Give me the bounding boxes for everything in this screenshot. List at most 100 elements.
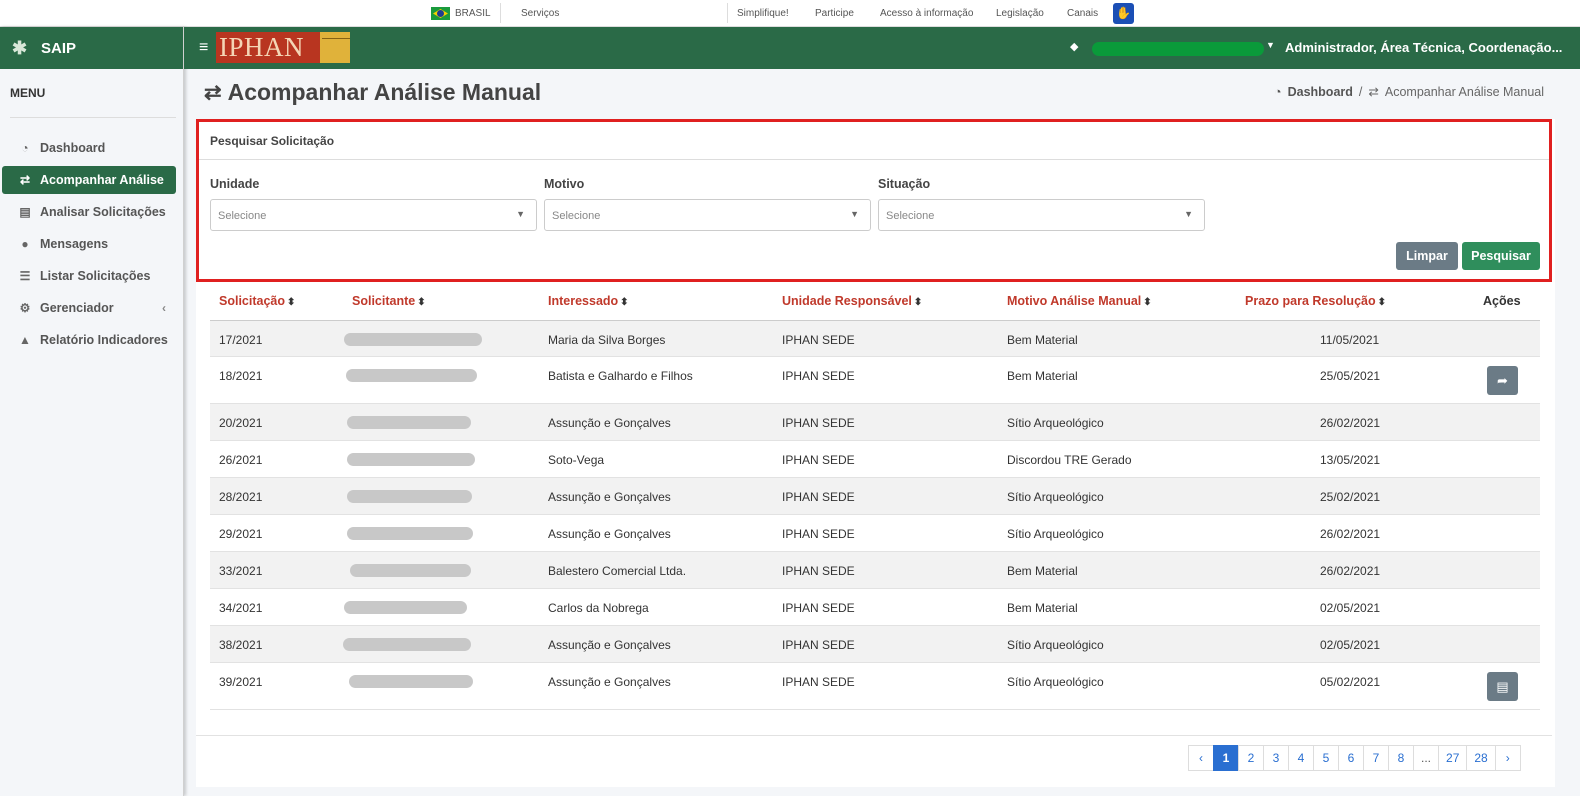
table-row[interactable]: 28/2021 Assunção e Gonçalves IPHAN SEDE Sít…: [210, 478, 1540, 515]
pagination-ellipsis[interactable]: ...: [1413, 745, 1440, 771]
motivo-label: Motivo: [544, 177, 585, 191]
solicitante-redacted: [349, 675, 473, 688]
breadcrumb: ◔ Dashboard / ⇄ Acompanhar Análise Manua…: [1274, 84, 1544, 100]
exchange-icon: ⇄: [19, 173, 31, 187]
pagination-page-3[interactable]: 3: [1263, 745, 1289, 771]
table-row[interactable]: 18/2021 Batista e Galhardo e Filhos IPHAN …: [210, 357, 1540, 404]
table-row[interactable]: 33/2021 Balestero Comercial Ltda. IPHAN SE…: [210, 552, 1540, 589]
chat-icon[interactable]: ◆: [1070, 40, 1078, 53]
gov-legislacao-link[interactable]: Legislação: [996, 8, 1044, 19]
sidebar-item-label: Relatório Indicadores: [40, 333, 168, 347]
accessibility-icon[interactable]: ✋: [1113, 3, 1134, 24]
cell-prazo: 13/05/2021: [1320, 453, 1381, 467]
list-icon: ☰: [19, 269, 31, 283]
column-header-motivo[interactable]: Motivo Análise Manual ⬍: [1007, 294, 1152, 308]
sidebar-item-acompanhar-analise[interactable]: ⇄ Acompanhar Análise: [2, 166, 176, 194]
cell-solicitacao: 38/2021: [219, 638, 263, 652]
sort-icon: ⬍: [620, 297, 629, 308]
pagination-prev-button[interactable]: ‹: [1188, 745, 1214, 771]
sidebar-item-dashboard[interactable]: ◔ Dashboard: [2, 132, 176, 164]
book-icon: ▤: [19, 205, 31, 219]
cell-solicitacao: 20/2021: [219, 416, 263, 430]
sidebar-item-relatorio-indicadores[interactable]: ▲ Relatório Indicadores: [2, 324, 176, 356]
cell-motivo: Sítio Arqueológico: [1007, 675, 1104, 689]
brazil-flag-icon: [431, 7, 450, 20]
user-name-redacted[interactable]: [1092, 42, 1264, 56]
table-row[interactable]: 26/2021 Soto-Vega IPHAN SEDE Discordou TRE …: [210, 441, 1540, 478]
pagination-page-8[interactable]: 8: [1388, 745, 1414, 771]
sort-icon: ⬍: [1377, 297, 1386, 308]
pagination-page-27[interactable]: 27: [1438, 745, 1468, 771]
table-row[interactable]: 34/2021 Carlos da Nobrega IPHAN SEDE Bem Ma…: [210, 589, 1540, 626]
cell-motivo: Bem Material: [1007, 369, 1078, 383]
table-row[interactable]: 39/2021 Assunção e Gonçalves IPHAN SEDE Sít…: [210, 663, 1540, 710]
gov-servicos-link[interactable]: Serviços: [521, 8, 559, 19]
pagination: ‹ 1 2 3 4 5 6 7 8... 27 28 ›: [1188, 745, 1521, 771]
cell-solicitacao: 28/2021: [219, 490, 263, 504]
gov-acesso-informacao-link[interactable]: Acesso à informação: [880, 8, 973, 19]
exchange-icon: ⇄: [1368, 85, 1379, 99]
table-row[interactable]: 20/2021 Assunção e Gonçalves IPHAN SEDE Sít…: [210, 404, 1540, 441]
gov-brasil-link[interactable]: BRASIL: [455, 8, 491, 19]
pagination-page-6[interactable]: 6: [1338, 745, 1364, 771]
pagination-page-2[interactable]: 2: [1238, 745, 1264, 771]
pagination-page-7[interactable]: 7: [1363, 745, 1389, 771]
cell-prazo: 02/05/2021: [1320, 601, 1381, 615]
pagination-page-4[interactable]: 4: [1288, 745, 1314, 771]
gov-canais-link[interactable]: Canais: [1067, 8, 1098, 19]
solicitante-redacted: [347, 453, 475, 466]
dashboard-icon: ◔: [21, 141, 29, 155]
caret-down-icon[interactable]: ▼: [1266, 40, 1275, 50]
pagination-next-button[interactable]: ›: [1494, 745, 1521, 771]
document-button[interactable]: ▤: [1487, 672, 1518, 701]
sidebar-nav: ◔ Dashboard ⇄ Acompanhar Análise ▤ Anali…: [2, 132, 176, 356]
dashboard-icon: ◔: [1274, 84, 1282, 99]
sidebar-item-analisar-solicitacoes[interactable]: ▤ Analisar Solicitações: [2, 196, 176, 228]
table-row[interactable]: 38/2021 Assunção e Gonçalves IPHAN SEDE Sít…: [210, 626, 1540, 663]
column-header-prazo[interactable]: Prazo para Resolução ⬍: [1245, 294, 1386, 308]
cell-interessado: Assunção e Gonçalves: [548, 638, 671, 652]
forward-icon: ➦: [1497, 373, 1508, 388]
sidebar-item-mensagens[interactable]: ● Mensagens: [2, 228, 176, 260]
cell-interessado: Batista e Galhardo e Filhos: [548, 369, 693, 383]
column-header-solicitante[interactable]: Solicitante ⬍: [352, 294, 426, 308]
unidade-select[interactable]: Selecione ▼: [210, 199, 537, 231]
sidebar-item-listar-solicitacoes[interactable]: ☰ Listar Solicitações: [2, 260, 176, 292]
cell-unidade: IPHAN SEDE: [782, 675, 855, 689]
user-role[interactable]: Administrador, Área Técnica, Coordenação…: [1285, 40, 1562, 55]
cell-prazo: 02/05/2021: [1320, 638, 1381, 652]
pagination-page-1[interactable]: 1: [1213, 745, 1239, 771]
cell-interessado: Assunção e Gonçalves: [548, 675, 671, 689]
solicitante-redacted: [344, 333, 482, 346]
app-brand[interactable]: ✱ SAIP: [0, 27, 183, 69]
cell-unidade: IPHAN SEDE: [782, 416, 855, 430]
caret-down-icon: ▼: [1184, 209, 1193, 219]
solicitante-redacted: [347, 416, 471, 429]
cell-interessado: Maria da Silva Borges: [548, 333, 666, 347]
iphan-logo[interactable]: IPHAN ▬▬▬▬▬▬▬▬▬▬▬▬▬▬▬▬▬▬▬▬▬▬▬▬▬▬▬▬▬▬: [216, 32, 350, 63]
motivo-select[interactable]: Selecione ▼: [544, 199, 871, 231]
cell-unidade: IPHAN SEDE: [782, 369, 855, 383]
situacao-select[interactable]: Selecione ▼: [878, 199, 1205, 231]
search-button[interactable]: Pesquisar: [1462, 242, 1540, 270]
sidebar-item-label: Dashboard: [40, 141, 106, 155]
table-row[interactable]: 29/2021 Assunção e Gonçalves IPHAN SEDE Sít…: [210, 515, 1540, 552]
sidebar: ✱ SAIP MENU ◔ Dashboard ⇄ Acompanhar Aná…: [0, 27, 184, 796]
pagination-page-28[interactable]: 28: [1466, 745, 1496, 771]
area-chart-icon: ▲: [19, 333, 31, 347]
column-header-unidade-responsavel[interactable]: Unidade Responsável ⬍: [782, 294, 922, 308]
search-panel-title: Pesquisar Solicitação: [210, 134, 335, 148]
table-row[interactable]: 17/2021 Maria da Silva Borges IPHAN SEDE Be…: [210, 321, 1540, 357]
menu-toggle-icon[interactable]: ≡: [199, 39, 208, 57]
clear-button[interactable]: Limpar: [1396, 242, 1458, 270]
gov-participe-link[interactable]: Participe: [815, 8, 854, 19]
column-header-interessado[interactable]: Interessado ⬍: [548, 294, 629, 308]
pagination-page-5[interactable]: 5: [1313, 745, 1339, 771]
forward-button[interactable]: ➦: [1487, 366, 1518, 395]
sidebar-item-gerenciador[interactable]: ⚙ Gerenciador ‹: [2, 292, 176, 324]
gov-simplifique-link[interactable]: Simplifique!: [737, 8, 789, 19]
cell-unidade: IPHAN SEDE: [782, 490, 855, 504]
cell-motivo: Bem Material: [1007, 564, 1078, 578]
breadcrumb-home[interactable]: Dashboard: [1288, 85, 1353, 99]
column-header-solicitacao[interactable]: Solicitação ⬍: [219, 294, 295, 308]
